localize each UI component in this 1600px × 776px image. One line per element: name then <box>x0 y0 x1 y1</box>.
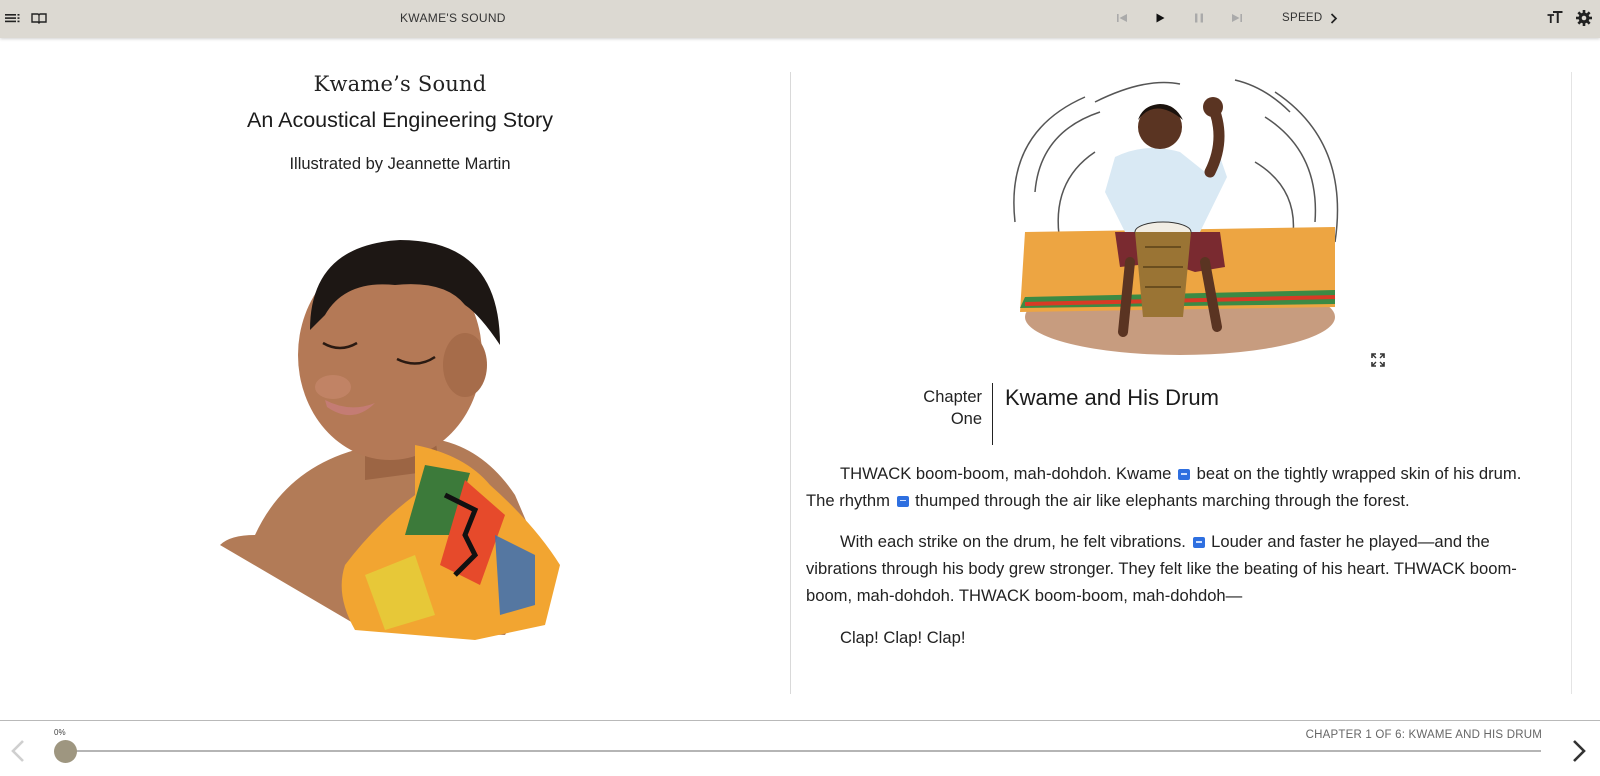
paragraph: THWACK boom-boom, mah-dohdoh. Kwame beat… <box>806 461 1541 514</box>
page-divider <box>790 72 791 694</box>
speed-control[interactable]: SPEED <box>1282 12 1338 24</box>
chevron-right-icon <box>1330 12 1337 24</box>
menu-icon[interactable] <box>4 9 22 27</box>
library-icon[interactable] <box>30 9 48 27</box>
skip-forward-icon[interactable] <box>1229 10 1245 26</box>
glossary-marker-icon[interactable] <box>896 495 909 507</box>
illustrator-credit: Illustrated by Jeannette Martin <box>289 155 511 173</box>
glossary-marker-icon[interactable] <box>1192 537 1205 549</box>
chapter-body-text: THWACK boom-boom, mah-dohdoh. Kwame beat… <box>806 461 1541 666</box>
book-subtitle: An Acoustical Engineering Story <box>247 108 553 132</box>
previous-page-chevron-icon[interactable] <box>8 737 28 765</box>
text-run: THWACK boom-boom, mah-dohdoh. Kwame <box>840 464 1172 483</box>
chapter-title: Kwame and His Drum <box>1005 385 1219 410</box>
book-title: KWAME'S SOUND <box>400 11 506 25</box>
text-run: thumped through the air like elephants m… <box>915 490 1410 510</box>
glossary-marker-icon[interactable] <box>1178 469 1191 480</box>
kwame-portrait-illustration <box>220 240 560 640</box>
progress-track[interactable] <box>65 750 1541 752</box>
chapter-status: CHAPTER 1 OF 6: KWAME AND HIS DRUM <box>1305 729 1542 741</box>
book-title-heading: Kwame’s Sound <box>313 72 487 96</box>
chapter-divider-line <box>992 383 993 445</box>
next-page-chevron-icon[interactable] <box>1569 737 1589 765</box>
chapter-label-number: One <box>950 410 982 428</box>
paragraph: With each strike on the drum, he felt vi… <box>806 529 1541 609</box>
progress-percent: 0% <box>54 728 66 737</box>
text-size-icon[interactable] <box>1546 9 1564 27</box>
gear-icon[interactable] <box>1575 9 1593 27</box>
play-icon[interactable] <box>1152 10 1168 26</box>
kwame-drumming-illustration <box>1013 79 1339 355</box>
chapter-label-word: Chapter <box>923 388 982 406</box>
pause-icon[interactable] <box>1191 10 1207 26</box>
page-edge <box>1571 72 1572 694</box>
text-run: With each strike on the drum, he felt vi… <box>840 532 1186 552</box>
progress-slider-handle[interactable] <box>54 740 77 763</box>
speed-label: SPEED <box>1282 12 1323 24</box>
top-toolbar: KWAME'S SOUND SPEED <box>0 0 1600 38</box>
skip-back-icon[interactable] <box>1114 10 1130 26</box>
chapter-label: Chapter One <box>900 386 982 430</box>
paragraph: Clap! Clap! Clap! <box>840 627 966 647</box>
expand-image-icon[interactable] <box>1370 352 1386 368</box>
